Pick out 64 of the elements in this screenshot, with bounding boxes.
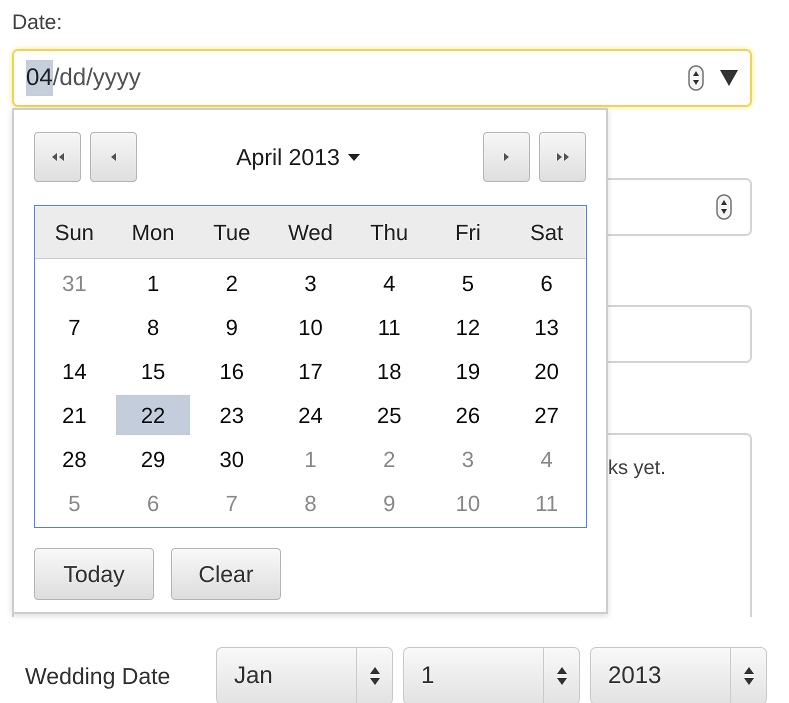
calendar-day[interactable]: 14 <box>37 351 112 391</box>
select-dropdown[interactable]: Jan <box>216 647 393 703</box>
calendar-day[interactable]: 27 <box>510 395 584 435</box>
weekday-header: Thu <box>369 218 410 246</box>
calendar-day[interactable]: 1 <box>116 263 190 303</box>
weekday-header: Wed <box>287 218 334 246</box>
textarea-text: ks yet. <box>608 457 666 479</box>
calendar-day[interactable]: 18 <box>352 351 426 391</box>
weekday-header: Sun <box>54 218 95 246</box>
calendar-day[interactable]: 26 <box>430 395 505 435</box>
spinner-icon[interactable] <box>688 65 704 91</box>
calendar-day[interactable]: 29 <box>116 439 190 479</box>
calendar-day[interactable]: 12 <box>430 307 505 347</box>
calendar-day[interactable]: 10 <box>273 307 348 347</box>
calendar-day[interactable]: 11 <box>352 307 426 347</box>
date-value-text: 04 <box>26 60 53 96</box>
calendar-day[interactable]: 23 <box>194 395 269 435</box>
double-right-arrow-icon <box>556 153 568 161</box>
dropdown-arrow-icon[interactable] <box>720 70 738 86</box>
clear-button[interactable]: Clear <box>171 548 281 600</box>
date-input-field[interactable]: 04/dd/yyyy <box>12 49 752 107</box>
left-arrow-icon <box>111 153 116 161</box>
calendar-day[interactable]: 17 <box>273 351 348 391</box>
date-value-text: /dd/yyyy <box>52 63 141 93</box>
calendar-day[interactable]: 21 <box>37 395 112 435</box>
caret-icon <box>348 154 360 160</box>
calendar-day[interactable]: 22 <box>116 395 190 435</box>
select-dropdown[interactable]: 1 <box>403 647 580 703</box>
weekday-header: Mon <box>130 218 176 246</box>
right-arrow-icon <box>504 153 509 161</box>
calendar-day[interactable]: 7 <box>37 307 112 347</box>
calendar-day[interactable]: 6 <box>510 263 584 303</box>
up-down-arrows-icon <box>742 665 754 687</box>
calendar-day[interactable]: 9 <box>194 307 269 347</box>
calendar-day[interactable]: 15 <box>116 351 190 391</box>
month-year-dropdown[interactable]: April 2013 <box>137 140 483 174</box>
calendar-day[interactable]: 16 <box>194 351 269 391</box>
select-dropdown[interactable]: 2013 <box>590 647 767 703</box>
today-button[interactable]: Today <box>34 548 154 600</box>
spinner-icon[interactable] <box>716 194 732 220</box>
double-left-arrow-icon <box>52 153 64 161</box>
calendar-day[interactable]: 2 <box>194 263 269 303</box>
calendar-day[interactable]: 20 <box>510 351 584 391</box>
calendar-day[interactable]: 8 <box>116 307 190 347</box>
calendar-day[interactable]: 3 <box>273 263 348 303</box>
calendar-day[interactable]: 4 <box>352 263 426 303</box>
next-month-button[interactable] <box>483 132 530 182</box>
calendar-day[interactable]: 30 <box>194 439 269 479</box>
calendar-day[interactable]: 19 <box>430 351 505 391</box>
previous-month-button[interactable] <box>90 132 137 182</box>
up-down-arrows-icon <box>368 665 380 687</box>
date-label: Date: <box>12 10 64 36</box>
calendar-day[interactable]: 25 <box>352 395 426 435</box>
calendar-day[interactable]: 13 <box>510 307 584 347</box>
wedding-date-label: Wedding Date <box>25 662 172 691</box>
previous-year-button[interactable] <box>34 132 81 182</box>
weekday-header: Fri <box>454 218 482 246</box>
up-down-arrows-icon <box>556 665 568 687</box>
weekday-header: Tue <box>212 218 252 246</box>
calendar-day[interactable]: 5 <box>430 263 505 303</box>
calendar-day[interactable]: 28 <box>37 439 112 479</box>
calendar-day[interactable]: 24 <box>273 395 348 435</box>
weekday-header: Sat <box>529 218 564 246</box>
next-year-button[interactable] <box>539 132 586 182</box>
